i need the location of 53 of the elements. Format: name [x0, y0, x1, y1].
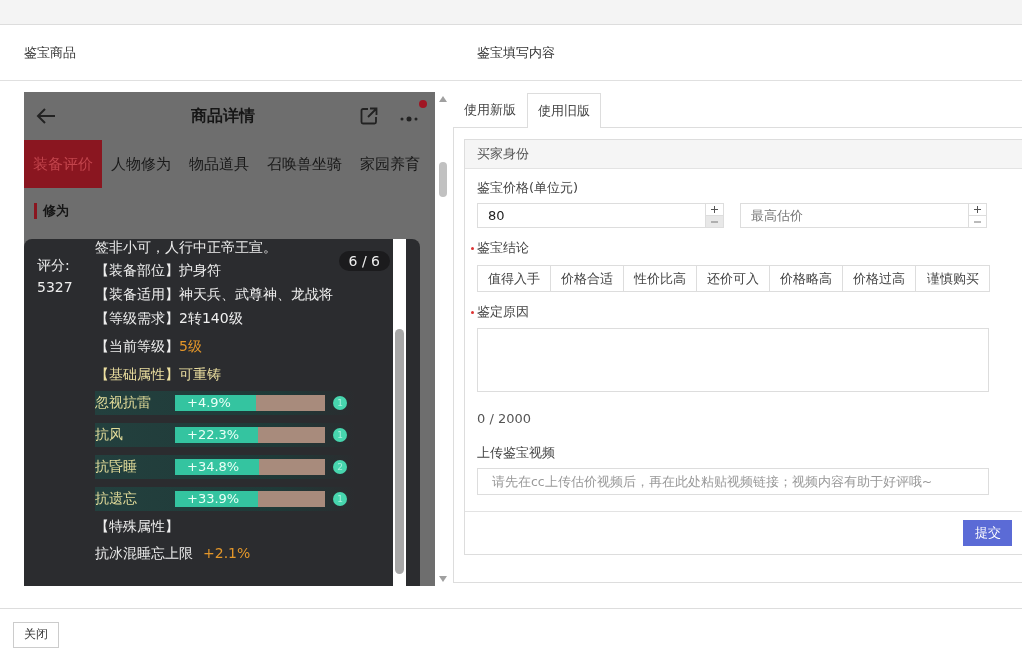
plus-icon: [974, 206, 981, 213]
attribute-name: 抗遗忘: [95, 490, 138, 508]
version-tab[interactable]: 使用旧版: [527, 93, 601, 128]
property-value: 护身符: [179, 262, 221, 278]
price-field[interactable]: 80: [477, 203, 724, 228]
item-description: 签非小可，人行中正帝王宣。: [95, 239, 277, 255]
back-arrow-icon[interactable]: [36, 107, 56, 125]
field-label: 鉴宝价格(单位元): [477, 179, 579, 197]
screen-title: 商品详情: [189, 105, 256, 127]
count-badge: 1: [333, 396, 347, 410]
video-link-field[interactable]: 请先在cc上传估价视频后，再在此处粘贴视频链接；视频内容有助于好评哦~: [477, 468, 989, 495]
property-label: 【等级需求】: [95, 310, 179, 326]
property-value: 神天兵、武尊神、龙战将: [179, 286, 333, 302]
property-label: 【装备适用】: [95, 286, 179, 302]
attribute-name: 抗风: [95, 426, 124, 444]
character-counter: 0 / 2000: [477, 411, 531, 426]
share-icon[interactable]: [359, 106, 379, 126]
panel-title: 鉴宝商品: [24, 44, 76, 60]
attribute-value: +33.9%: [187, 491, 240, 507]
count-badge: 1: [333, 428, 347, 442]
field-label: 上传鉴宝视频: [477, 444, 555, 462]
page-counter: 6 / 6: [338, 251, 390, 271]
property-value: 可重铸: [179, 366, 221, 382]
property-value: 5级: [179, 338, 202, 354]
attribute-name: 忽视抗雷: [95, 394, 152, 412]
attribute-name: 抗昏睡: [95, 458, 138, 476]
count-badge: 1: [333, 492, 347, 506]
special-attribute-name: 抗冰混睡忘上限: [95, 545, 193, 563]
attribute-value: +22.3%: [187, 427, 240, 443]
close-button[interactable]: 关闭: [13, 621, 59, 648]
special-attribute-value: +2.1%: [203, 545, 251, 563]
plus-icon: [711, 206, 718, 213]
section-heading: 买家身份: [477, 145, 529, 163]
scrollbar[interactable]: [393, 239, 406, 586]
score-value: 5327: [37, 278, 73, 297]
minus-icon: [711, 220, 718, 223]
attribute-value: +4.9%: [187, 395, 231, 411]
property-value: 2转140级: [179, 310, 243, 326]
max-price-field[interactable]: 最高估价: [740, 203, 987, 228]
attribute-value: +34.8%: [187, 459, 240, 475]
count-badge: 2: [333, 460, 347, 474]
property-label: 【当前等级】: [95, 338, 179, 354]
score-label: 评分:: [37, 256, 71, 275]
submit-button[interactable]: 提交: [963, 520, 1012, 546]
panel-title: 鉴宝填写内容: [477, 44, 555, 60]
section-heading: 修为: [43, 202, 69, 220]
version-tab[interactable]: 使用新版: [453, 92, 527, 127]
field-label: 鉴定原因: [477, 303, 529, 321]
minus-icon: [974, 220, 981, 223]
property-label: 【基础属性】: [95, 366, 179, 382]
property-label: 【装备部位】: [95, 262, 179, 278]
property-label: 【特殊属性】: [95, 518, 179, 535]
field-label: 鉴宝结论: [477, 239, 529, 257]
